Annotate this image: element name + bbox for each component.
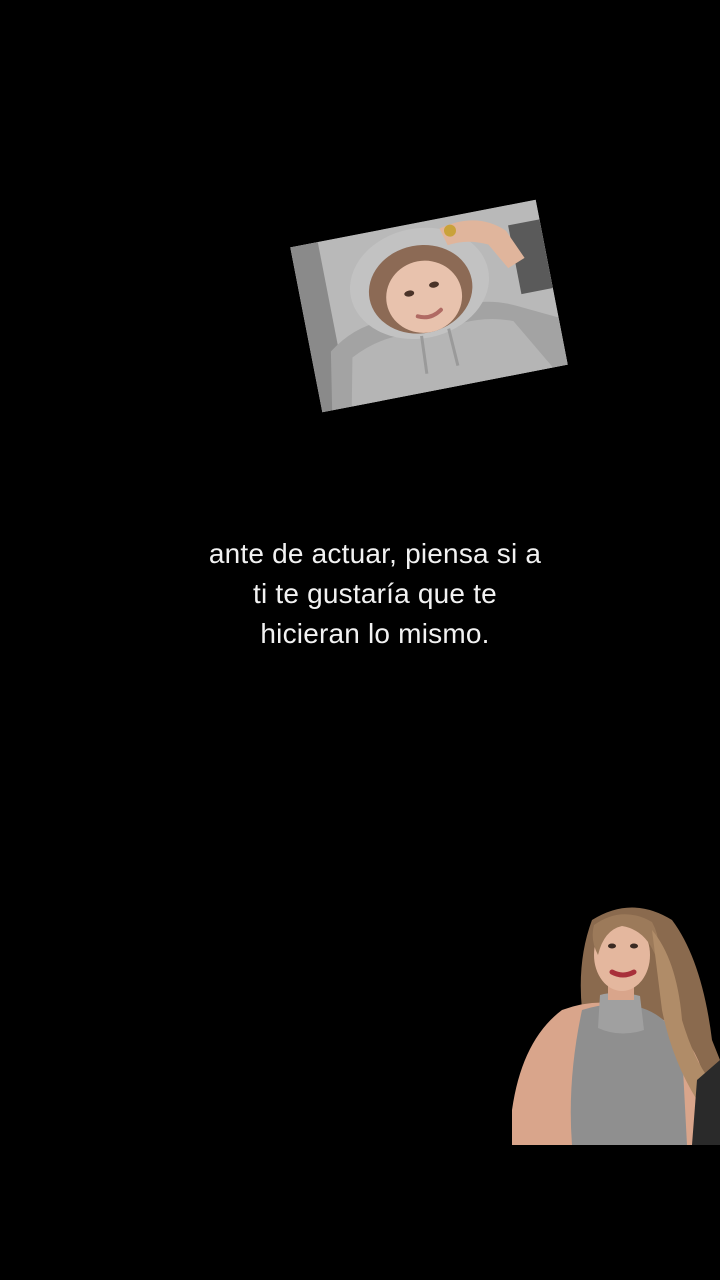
girl-in-gray-hoodie-photo <box>290 199 568 413</box>
video-frame: ante de actuar, piensa si a ti te gustar… <box>0 0 720 1280</box>
woman-in-gray-top-cutout <box>512 900 720 1145</box>
caption-text: ante de actuar, piensa si a ti te gustar… <box>208 538 542 649</box>
